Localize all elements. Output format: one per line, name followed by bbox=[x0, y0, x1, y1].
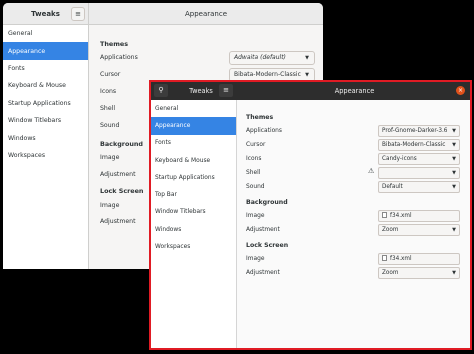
back-hamburger-menu-icon[interactable]: ≡ bbox=[71, 7, 85, 21]
label-cursor: Cursor bbox=[246, 142, 266, 148]
sidebar-item-fonts[interactable]: Fonts bbox=[151, 135, 236, 152]
front-header-bar: ⚲ Tweaks ≡ Appearance × bbox=[151, 82, 470, 100]
back-label-shell: Shell bbox=[100, 105, 116, 112]
chevron-down-icon: ▼ bbox=[452, 154, 456, 164]
sound-value: Default bbox=[382, 184, 403, 190]
chevron-down-icon: ▼ bbox=[452, 225, 456, 235]
label-ls-image: Image bbox=[246, 256, 265, 262]
close-icon[interactable]: × bbox=[456, 86, 465, 95]
sidebar-item-windows[interactable]: Windows bbox=[151, 221, 236, 238]
ls-image-value: f34.xml bbox=[390, 256, 412, 262]
chevron-down-icon: ▼ bbox=[452, 126, 456, 136]
back-label-cursor: Cursor bbox=[100, 71, 121, 78]
back-header-bar: Tweaks ≡ Appearance bbox=[3, 3, 323, 25]
label-ls-adjustment: Adjustment bbox=[246, 270, 280, 276]
bg-adjustment-combo[interactable]: Zoom ▼ bbox=[378, 224, 460, 236]
icons-combo[interactable]: Candy-icons ▼ bbox=[378, 153, 460, 165]
front-tweaks-window: ⚲ Tweaks ≡ Appearance × General Appearan… bbox=[149, 80, 472, 350]
file-icon bbox=[382, 255, 387, 261]
back-sidebar-item-general[interactable]: General bbox=[3, 25, 88, 42]
sidebar-item-top-bar[interactable]: Top Bar bbox=[151, 186, 236, 203]
label-applications: Applications bbox=[246, 128, 282, 134]
back-label-sound: Sound bbox=[100, 122, 120, 129]
applications-combo[interactable]: Prof-Gnome-Darker-3.6 ▼ bbox=[378, 125, 460, 137]
cursor-value: Bibata-Modern-Classic bbox=[382, 142, 446, 148]
chevron-down-icon: ▼ bbox=[452, 140, 456, 150]
back-main-title: Appearance bbox=[184, 10, 228, 18]
sidebar-item-workspaces[interactable]: Workspaces bbox=[151, 238, 236, 255]
search-icon[interactable]: ⚲ bbox=[154, 84, 168, 97]
back-section-lock-screen: Lock Screen bbox=[100, 187, 144, 195]
back-section-background: Background bbox=[100, 140, 144, 148]
section-background: Background bbox=[246, 199, 288, 206]
sidebar-item-general[interactable]: General bbox=[151, 100, 236, 117]
front-main-panel: Themes Applications Prof-Gnome-Darker-3.… bbox=[237, 100, 470, 348]
back-sidebar-item-keyboard-mouse[interactable]: Keyboard & Mouse bbox=[3, 77, 88, 94]
applications-value: Prof-Gnome-Darker-3.6 bbox=[382, 128, 448, 134]
back-label-applications: Applications bbox=[100, 54, 138, 61]
section-themes: Themes bbox=[246, 114, 274, 121]
back-label-icons: Icons bbox=[100, 88, 117, 95]
back-cursor-value: Bibata-Modern-Classic bbox=[234, 71, 301, 78]
chevron-down-icon: ▼ bbox=[305, 55, 309, 61]
back-label-ls-adjustment: Adjustment bbox=[100, 218, 136, 225]
chevron-down-icon: ▼ bbox=[452, 268, 456, 278]
bg-image-value: f34.xml bbox=[390, 213, 412, 219]
ls-adjustment-value: Zoom bbox=[382, 270, 399, 276]
sidebar-item-window-titlebars[interactable]: Window Titlebars bbox=[151, 204, 236, 221]
sidebar-item-keyboard-mouse[interactable]: Keyboard & Mouse bbox=[151, 152, 236, 169]
label-shell: Shell bbox=[246, 170, 261, 176]
back-sidebar-item-appearance[interactable]: Appearance bbox=[3, 42, 88, 60]
label-icons: Icons bbox=[246, 156, 262, 162]
front-main-title: Appearance bbox=[334, 87, 375, 95]
chevron-down-icon: ▼ bbox=[452, 182, 456, 192]
label-bg-adjustment: Adjustment bbox=[246, 227, 280, 233]
sidebar-item-appearance[interactable]: Appearance bbox=[151, 117, 236, 135]
back-sidebar-item-workspaces[interactable]: Workspaces bbox=[3, 147, 88, 164]
ls-image-chooser[interactable]: f34.xml bbox=[378, 253, 460, 265]
back-section-themes: Themes bbox=[100, 40, 129, 48]
sound-combo[interactable]: Default ▼ bbox=[378, 181, 460, 193]
back-sidebar-item-windows[interactable]: Windows bbox=[3, 129, 88, 146]
warning-icon: ⚠ bbox=[368, 167, 375, 175]
shell-combo[interactable]: ▼ bbox=[378, 167, 460, 179]
section-lock-screen: Lock Screen bbox=[246, 242, 289, 249]
cursor-combo[interactable]: Bibata-Modern-Classic ▼ bbox=[378, 139, 460, 151]
ls-adjustment-combo[interactable]: Zoom ▼ bbox=[378, 267, 460, 279]
label-sound: Sound bbox=[246, 184, 265, 190]
sidebar-item-startup-applications[interactable]: Startup Applications bbox=[151, 169, 236, 186]
back-applications-combo[interactable]: Adwaita (default) ▼ bbox=[229, 51, 315, 65]
front-sidebar: General Appearance Fonts Keyboard & Mous… bbox=[151, 100, 237, 348]
icons-value: Candy-icons bbox=[382, 156, 417, 162]
file-icon bbox=[382, 212, 387, 218]
back-label-ls-image: Image bbox=[100, 202, 120, 209]
back-sidebar-item-window-titlebars[interactable]: Window Titlebars bbox=[3, 112, 88, 129]
back-sidebar-item-fonts[interactable]: Fonts bbox=[3, 60, 88, 77]
bg-adjustment-value: Zoom bbox=[382, 227, 399, 233]
label-bg-image: Image bbox=[246, 213, 265, 219]
back-label-bg-image: Image bbox=[100, 154, 120, 161]
back-label-bg-adjustment: Adjustment bbox=[100, 171, 136, 178]
back-applications-value: Adwaita (default) bbox=[234, 54, 286, 61]
hamburger-menu-icon[interactable]: ≡ bbox=[219, 84, 233, 97]
back-sidebar: General Appearance Fonts Keyboard & Mous… bbox=[3, 25, 89, 269]
chevron-down-icon: ▼ bbox=[452, 168, 456, 178]
back-sidebar-item-startup-applications[interactable]: Startup Applications bbox=[3, 95, 88, 112]
bg-image-chooser[interactable]: f34.xml bbox=[378, 210, 460, 222]
